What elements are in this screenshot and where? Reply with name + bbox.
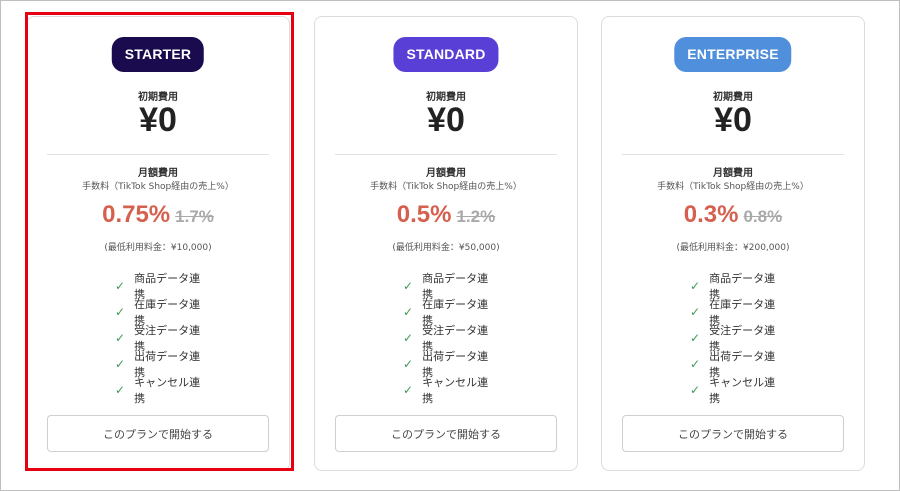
fee-note: 手数料（TikTok Shop経由の売上%）: [370, 182, 522, 192]
initial-fee-price: ¥0: [139, 101, 177, 139]
feature-label: キャンセル連携: [709, 376, 776, 405]
rate-row: 0.75% 1.7%: [27, 201, 289, 229]
check-icon: ✓: [403, 357, 414, 371]
plan-card-standard: STANDARD 初期費用 ¥0 月額費用 手数料（TikTok Shop経由の…: [314, 16, 578, 471]
start-plan-button[interactable]: このプランで開始する: [622, 415, 844, 452]
check-icon: ✓: [403, 279, 414, 293]
check-icon: ✓: [690, 357, 701, 371]
check-icon: ✓: [115, 383, 126, 397]
check-icon: ✓: [690, 383, 701, 397]
start-plan-button[interactable]: このプランで開始する: [335, 415, 557, 452]
plan-card-enterprise: ENTERPRISE 初期費用 ¥0 月額費用 手数料（TikTok Shop経…: [601, 16, 865, 471]
feature-label: キャンセル連携: [134, 376, 201, 405]
fee-note: 手数料（TikTok Shop経由の売上%）: [82, 182, 234, 192]
list-item: ✓ キャンセル連携: [602, 376, 864, 405]
check-icon: ✓: [115, 357, 126, 371]
check-icon: ✓: [690, 331, 701, 345]
check-icon: ✓: [690, 305, 701, 319]
check-icon: ✓: [403, 305, 414, 319]
check-icon: ✓: [403, 331, 414, 345]
feature-list: ✓ 商品データ連携 ✓ 在庫データ連携 ✓ 受注データ連携 ✓ 出荷データ連携 ✓ キャン…: [27, 272, 289, 405]
initial-fee-price: ¥0: [427, 101, 465, 139]
check-icon: ✓: [115, 305, 126, 319]
current-rate: 0.3%: [683, 201, 739, 228]
list-item: ✓ キャンセル連携: [27, 376, 289, 405]
plan-badge: ENTERPRISE: [674, 37, 792, 72]
check-icon: ✓: [115, 331, 126, 345]
plan-badge: STARTER: [111, 37, 205, 72]
list-item: ✓ キャンセル連携: [315, 376, 577, 405]
check-icon: ✓: [690, 279, 701, 293]
fee-note: 手数料（TikTok Shop経由の売上%）: [657, 182, 809, 192]
pricing-panel: STARTER 初期費用 ¥0 月額費用 手数料（TikTok Shop経由の売…: [0, 0, 900, 491]
check-icon: ✓: [403, 383, 414, 397]
divider: [47, 154, 269, 155]
old-rate: 1.7%: [175, 207, 214, 226]
check-icon: ✓: [115, 279, 126, 293]
current-rate: 0.5%: [396, 201, 452, 228]
divider: [335, 154, 557, 155]
divider: [622, 154, 844, 155]
minimum-fee: (最低利用料金：¥200,000): [676, 243, 790, 253]
old-rate: 1.2%: [456, 207, 496, 226]
old-rate: 0.8%: [743, 207, 783, 226]
feature-list: ✓ 商品データ連携 ✓ 在庫データ連携 ✓ 受注データ連携 ✓ 出荷データ連携 ✓ キャン…: [315, 272, 577, 405]
rate-row: 0.5% 1.2%: [315, 201, 577, 229]
minimum-fee: (最低利用料金：¥10,000): [104, 243, 212, 253]
monthly-fee-label: 月額費用: [138, 168, 178, 179]
current-rate: 0.75%: [102, 201, 171, 228]
initial-fee-price: ¥0: [714, 101, 752, 139]
plan-card-starter: STARTER 初期費用 ¥0 月額費用 手数料（TikTok Shop経由の売…: [26, 16, 290, 471]
monthly-fee-label: 月額費用: [713, 168, 753, 179]
minimum-fee: (最低利用料金：¥50,000): [392, 243, 500, 253]
feature-list: ✓ 商品データ連携 ✓ 在庫データ連携 ✓ 受注データ連携 ✓ 出荷データ連携 ✓ キャン…: [602, 272, 864, 405]
rate-row: 0.3% 0.8%: [602, 201, 864, 229]
monthly-fee-label: 月額費用: [426, 168, 466, 179]
feature-label: キャンセル連携: [422, 376, 489, 405]
start-plan-button[interactable]: このプランで開始する: [47, 415, 269, 452]
plan-badge: STANDARD: [393, 37, 499, 72]
